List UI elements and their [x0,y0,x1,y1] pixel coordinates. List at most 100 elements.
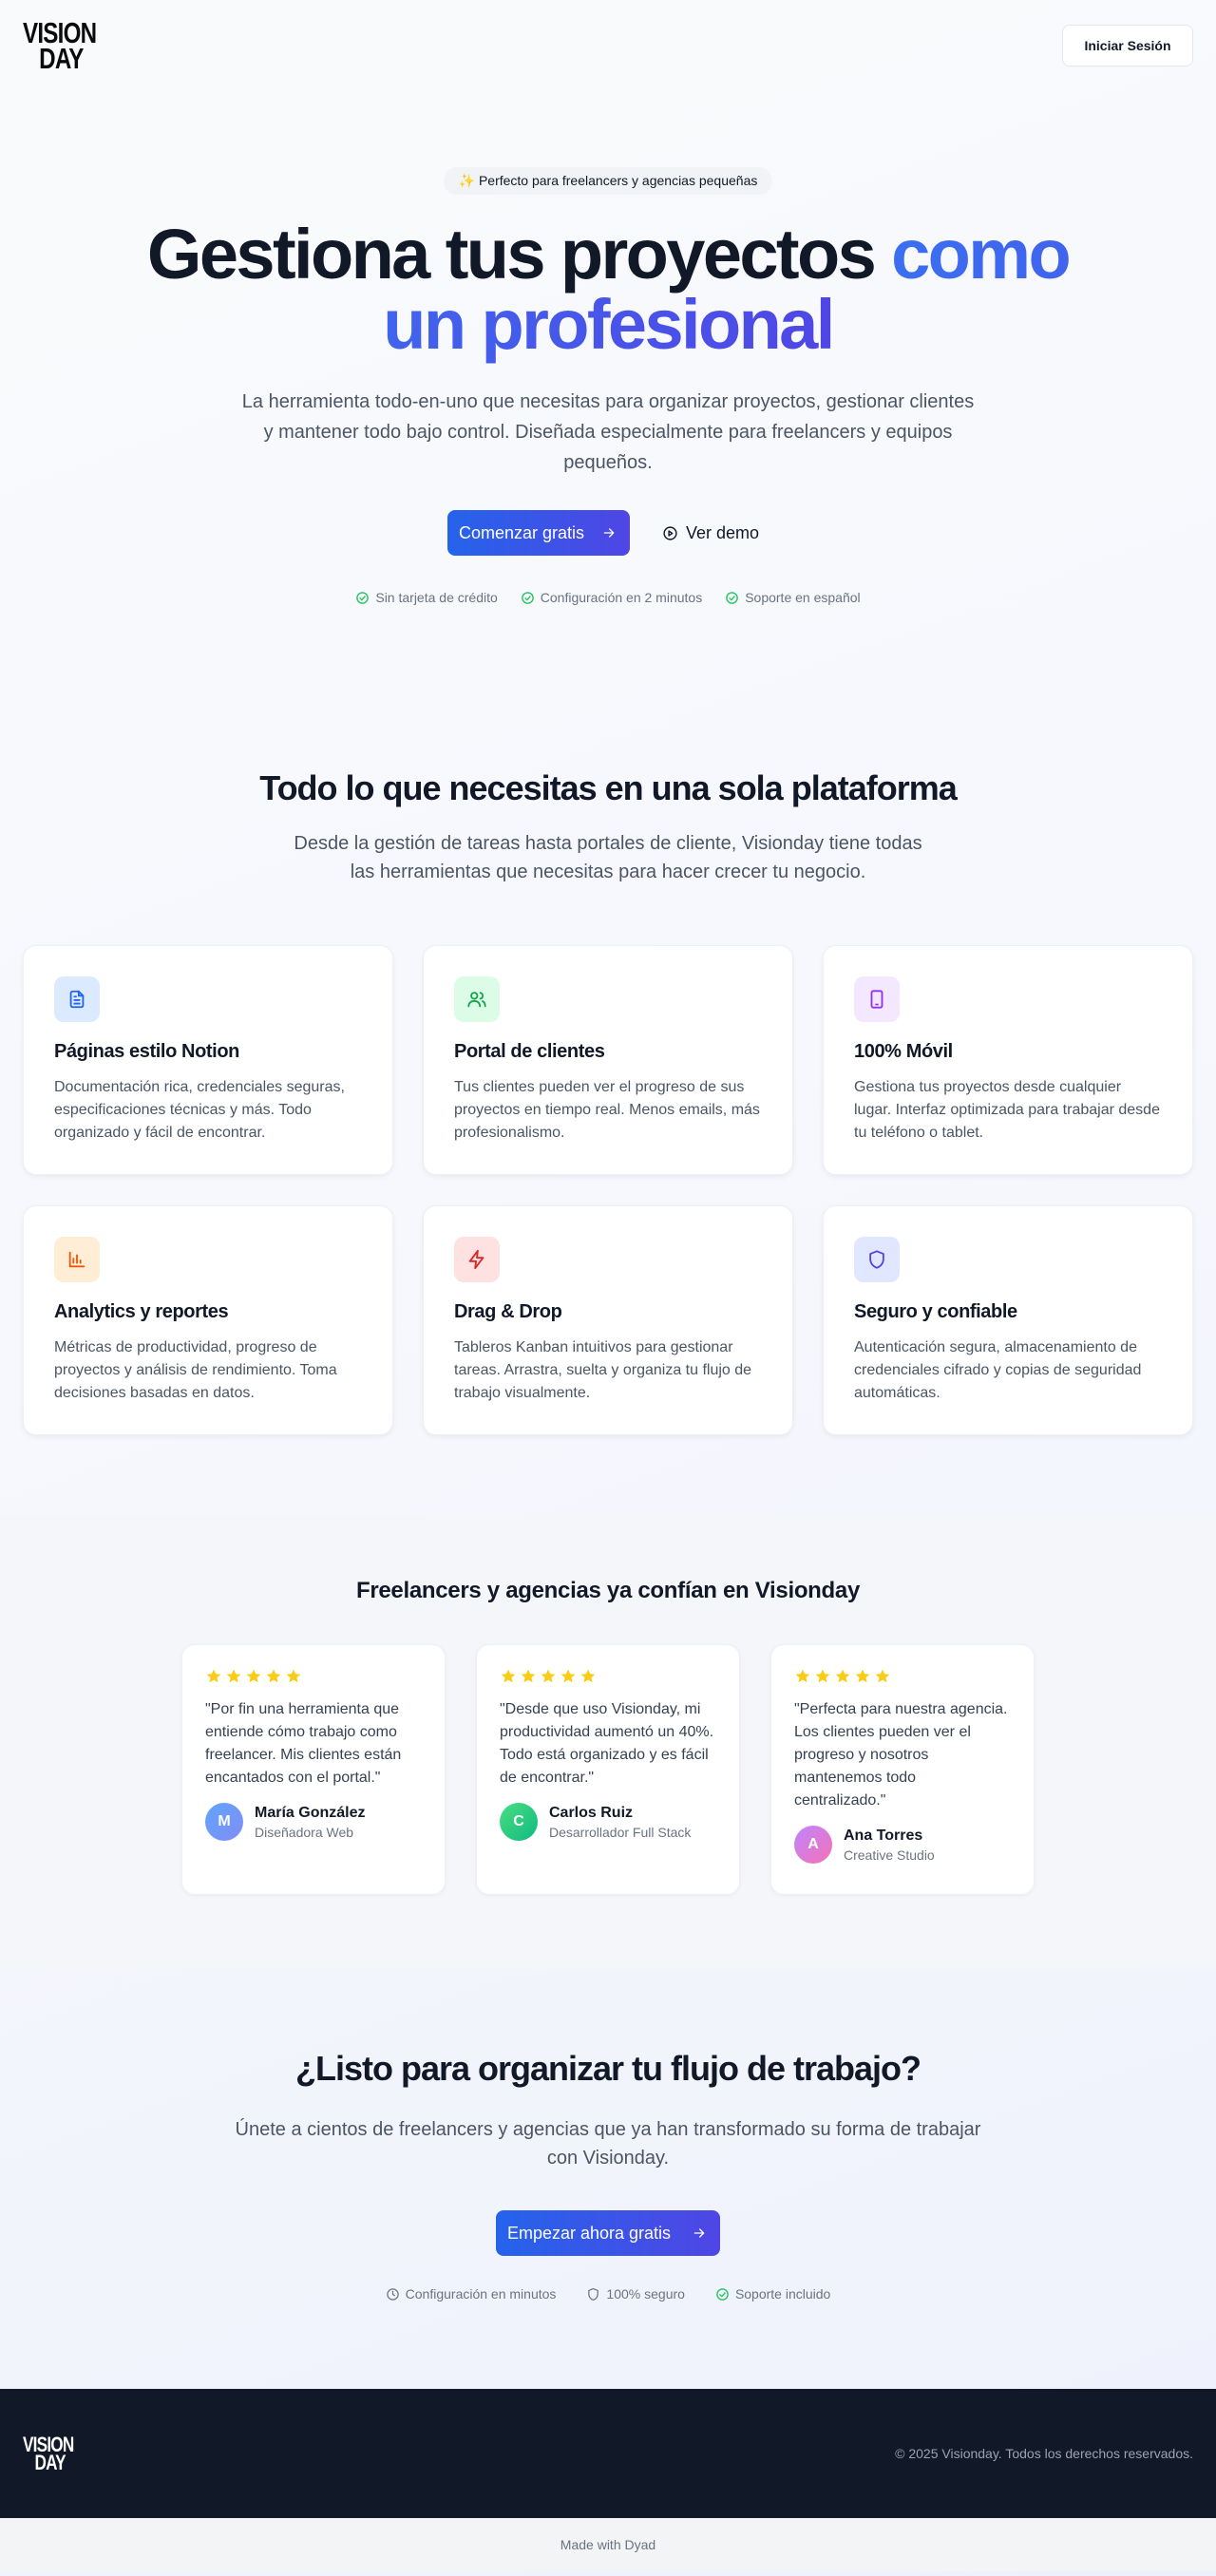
benefit-label: Soporte en español [745,590,861,605]
features-title: Todo lo que necesitas en una sola plataf… [259,768,958,807]
cta-benefit-item: Soporte incluido [715,2286,830,2301]
testimonials-row: "Por fin una herramienta que entiende có… [0,1644,1216,1895]
feature-title: Páginas estilo Notion [54,1041,239,1062]
check-circle-icon [726,591,739,604]
author-name: Ana Torres [844,1827,923,1844]
start-free-button[interactable]: Comenzar gratis [446,510,630,556]
cta-title: ¿Listo para organizar tu flujo de trabaj… [294,2049,922,2088]
avatar: M [205,1803,243,1841]
cta-section: ¿Listo para organizar tu flujo de trabaj… [0,1969,1216,2389]
benefit-item: Soporte en español [725,590,861,605]
cta-subtitle: Únete a cientos de freelancers y agencia… [235,2119,981,2169]
star-icon [875,1669,890,1683]
smartphone-icon [854,976,900,1022]
shield-icon [588,2287,599,2301]
author-role: Desarrollador Full Stack [549,1824,692,1840]
feature-description: Documentación rica, credenciales seguras… [54,1079,345,1141]
testimonial-author: A Ana Torres Creative Studio [794,1826,1011,1864]
feature-card-security: Seguro y confiable Autenticación segura,… [823,1205,1193,1435]
star-rating [205,1668,422,1685]
star-rating [500,1668,716,1685]
logo-line-2: DAY [34,2451,66,2474]
avatar: A [794,1826,832,1864]
benefit-label: Configuración en 2 minutos [540,590,703,605]
check-circle-icon [521,591,534,604]
testimonial-card: "Perfecta para nuestra agencia. Los clie… [770,1644,1035,1895]
features-subtitle: Desde la gestión de tareas hasta portale… [294,833,922,882]
cta-benefits: Configuración en minutos 100% seguro Sop… [0,2286,1216,2301]
star-icon [266,1669,281,1683]
star-icon [206,1669,221,1683]
testimonial-quote: "Perfecta para nuestra agencia. Los clie… [794,1701,1008,1809]
feature-title: Analytics y reportes [54,1301,229,1322]
testimonials-section: Freelancers y agencias ya confían en Vis… [0,1515,1216,1969]
cta-button-wrap: Empezar ahora gratis [0,2210,1216,2256]
logo-line-2: DAY [39,42,84,75]
benefit-label: Sin tarjeta de crédito [375,590,498,605]
check-circle-icon [356,591,370,604]
author-name: María González [255,1804,366,1821]
star-icon [835,1669,850,1683]
feature-title: Drag & Drop [454,1301,562,1322]
benefit-item: Sin tarjeta de crédito [355,590,498,605]
check-circle-icon [716,2287,729,2301]
features-section: Todo lo que necesitas en una sola plataf… [0,605,1216,1435]
view-demo-label: Ver demo [686,522,760,542]
cta-benefit-label: Configuración en minutos [405,2286,557,2301]
start-now-button[interactable]: Empezar ahora gratis [495,2210,721,2256]
made-with-link[interactable]: Made with Dyad [0,2518,1216,2571]
testimonial-author: C Carlos Ruiz Desarrollador Full Stack [500,1803,716,1841]
feature-description: Gestiona tus proyectos desde cualquier l… [854,1079,1160,1141]
star-icon [501,1669,516,1683]
footer-logo[interactable]: VISION DAY [23,2434,88,2474]
feature-title: 100% Móvil [854,1041,953,1062]
lightning-icon [454,1237,500,1282]
star-icon [246,1669,261,1683]
testimonial-card: "Desde que uso Visionday, mi productivid… [476,1644,740,1895]
shield-icon [854,1237,900,1282]
hero-subtitle: La herramienta todo-en-uno que necesitas… [241,391,975,473]
hero-title: Gestiona tus proyectos como un profesion… [104,219,1112,360]
star-icon [541,1669,556,1683]
play-circle-icon [663,525,677,540]
users-icon [454,976,500,1022]
document-icon [54,976,100,1022]
feature-description: Métricas de productividad, progreso de p… [54,1339,337,1401]
hero-benefits: Sin tarjeta de crédito Configuración en … [0,590,1216,605]
author-name: Carlos Ruiz [549,1804,634,1821]
star-icon [580,1669,596,1683]
feature-card-drag-drop: Drag & Drop Tableros Kanban intuitivos p… [423,1205,793,1435]
feature-card-client-portal: Portal de clientes Tus clientes pueden v… [423,945,793,1175]
feature-card-mobile: 100% Móvil Gestiona tus proyectos desde … [823,945,1193,1175]
testimonial-quote: "Por fin una herramienta que entiende có… [205,1701,402,1786]
arrow-right-icon [603,528,615,538]
hero-section: ✨ Perfecto para freelancers y agencias p… [0,91,1216,605]
bar-chart-icon [54,1237,100,1282]
features-grid: Páginas estilo Notion Documentación rica… [23,945,1193,1435]
feature-description: Tus clientes pueden ver el progreso de s… [454,1079,760,1141]
logo[interactable]: VISION DAY [23,18,117,75]
cta-benefit-item: Configuración en minutos [386,2286,557,2301]
author-role: Diseñadora Web [255,1824,354,1840]
login-button[interactable]: Iniciar Sesión [1062,25,1193,66]
star-icon [855,1669,870,1683]
clock-icon [386,2287,399,2301]
landing-page: VISION DAY Iniciar Sesión ✨ Perfecto par… [0,0,1216,2576]
cta-benefit-item: 100% seguro [586,2286,685,2301]
testimonials-title: Freelancers y agencias ya confían en Vis… [355,1578,860,1603]
star-icon [815,1669,830,1683]
cta-benefit-label: Soporte incluido [734,2286,831,2301]
start-now-label: Empezar ahora gratis [506,2223,672,2243]
hero-title-main: Gestiona tus proyectos [146,215,877,294]
star-icon [226,1669,241,1683]
cta-benefit-label: 100% seguro [606,2286,685,2301]
copyright-text: © 2025 Visionday. Todos los derechos res… [895,2446,1193,2461]
site-header: VISION DAY Iniciar Sesión [0,0,1216,91]
testimonial-quote: "Desde que uso Visionday, mi productivid… [500,1701,714,1786]
feature-title: Portal de clientes [454,1041,605,1062]
testimonial-card: "Por fin una herramienta que entiende có… [181,1644,446,1895]
star-icon [286,1669,301,1683]
view-demo-button[interactable]: Ver demo [653,510,769,556]
hero-actions: Comenzar gratis Ver demo [0,510,1216,556]
star-rating [794,1668,1011,1685]
